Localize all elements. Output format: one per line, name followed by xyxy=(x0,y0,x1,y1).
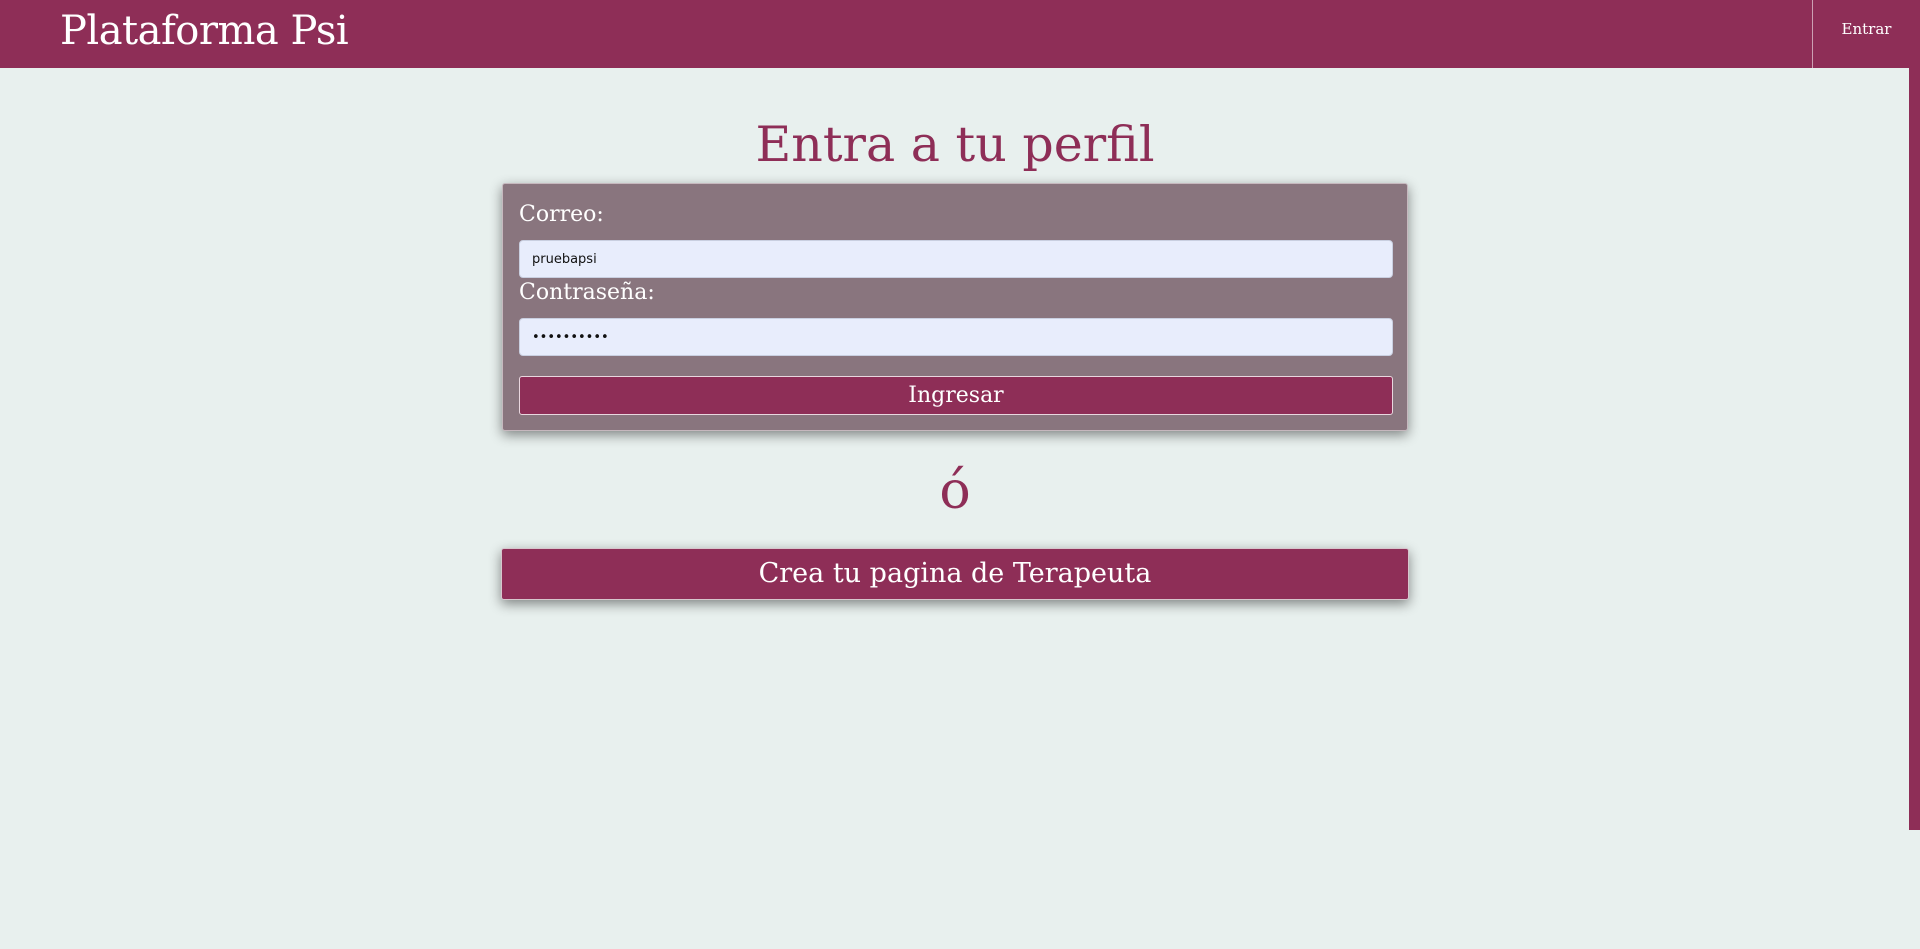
login-form-card: Correo: Contraseña: Ingresar xyxy=(502,183,1408,431)
top-navbar: Plataforma Psi Entrar xyxy=(0,0,1920,68)
page: Plataforma Psi Entrar Entra a tu perfil … xyxy=(0,0,1920,949)
email-field[interactable] xyxy=(519,240,1393,278)
create-therapist-page-button[interactable]: Crea tu pagina de Terapeuta xyxy=(501,548,1409,600)
login-nav-link[interactable]: Entrar xyxy=(1813,0,1920,68)
email-label: Correo: xyxy=(519,202,604,227)
password-field[interactable] xyxy=(519,318,1393,356)
password-label: Contraseña: xyxy=(519,280,655,305)
login-submit-button[interactable]: Ingresar xyxy=(519,376,1393,415)
scrollbar[interactable] xyxy=(1909,68,1920,830)
or-separator: ó xyxy=(939,461,971,521)
brand-title[interactable]: Plataforma Psi xyxy=(60,5,349,57)
page-title: Entra a tu perfil xyxy=(755,116,1155,173)
